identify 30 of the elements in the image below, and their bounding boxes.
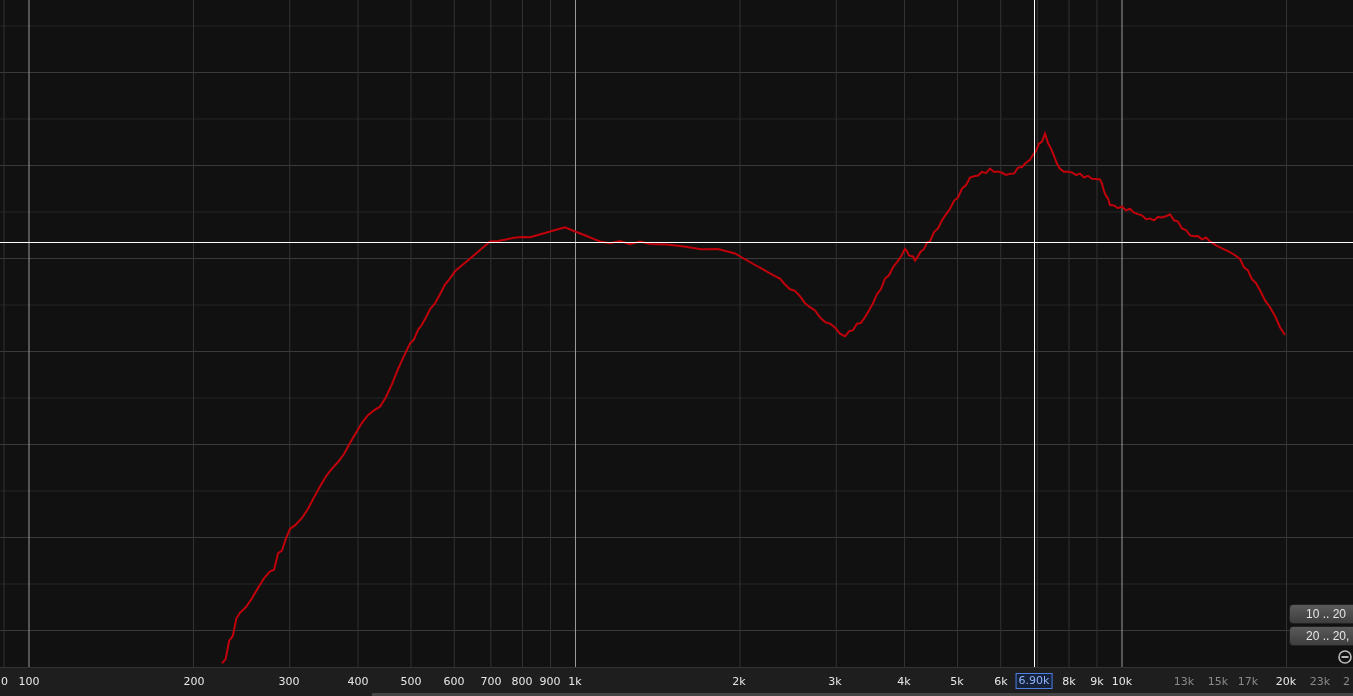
frequency-label: 100 (18, 675, 40, 689)
cursor-frequency-label: 6.90k (1015, 673, 1053, 689)
frequency-label: 300 (278, 675, 300, 689)
frequency-label: 6k (994, 675, 1008, 689)
range-button[interactable]: 20 .. 20, (1289, 626, 1353, 646)
frequency-label: 900 (539, 675, 561, 689)
frequency-label: 600 (443, 675, 465, 689)
frequency-label: 0 (1, 675, 8, 689)
frequency-label: 700 (480, 675, 502, 689)
frequency-label: 1k (568, 675, 582, 689)
zoom-out-icon[interactable] (1338, 650, 1352, 664)
frequency-label: 13k (1173, 675, 1195, 689)
frequency-label: 500 (400, 675, 422, 689)
frequency-label: 15k (1207, 675, 1229, 689)
frequency-label: 17k (1237, 675, 1259, 689)
frequency-label: 2 (1343, 675, 1350, 689)
frequency-label: 400 (347, 675, 369, 689)
frequency-label: 9k (1090, 675, 1104, 689)
frequency-label: 200 (183, 675, 205, 689)
frequency-label: 5k (950, 675, 964, 689)
frequency-label: 10k (1111, 675, 1133, 689)
frequency-label: 4k (897, 675, 911, 689)
scrollbar[interactable] (372, 693, 1353, 696)
frequency-label: 20k (1275, 675, 1297, 689)
frequency-label: 8k (1062, 675, 1076, 689)
frequency-label: 23k (1309, 675, 1331, 689)
frequency-label: 2k (732, 675, 746, 689)
frequency-label: 800 (511, 675, 533, 689)
frequency-label: 3k (828, 675, 842, 689)
range-button[interactable]: 10 .. 20 (1289, 604, 1353, 624)
